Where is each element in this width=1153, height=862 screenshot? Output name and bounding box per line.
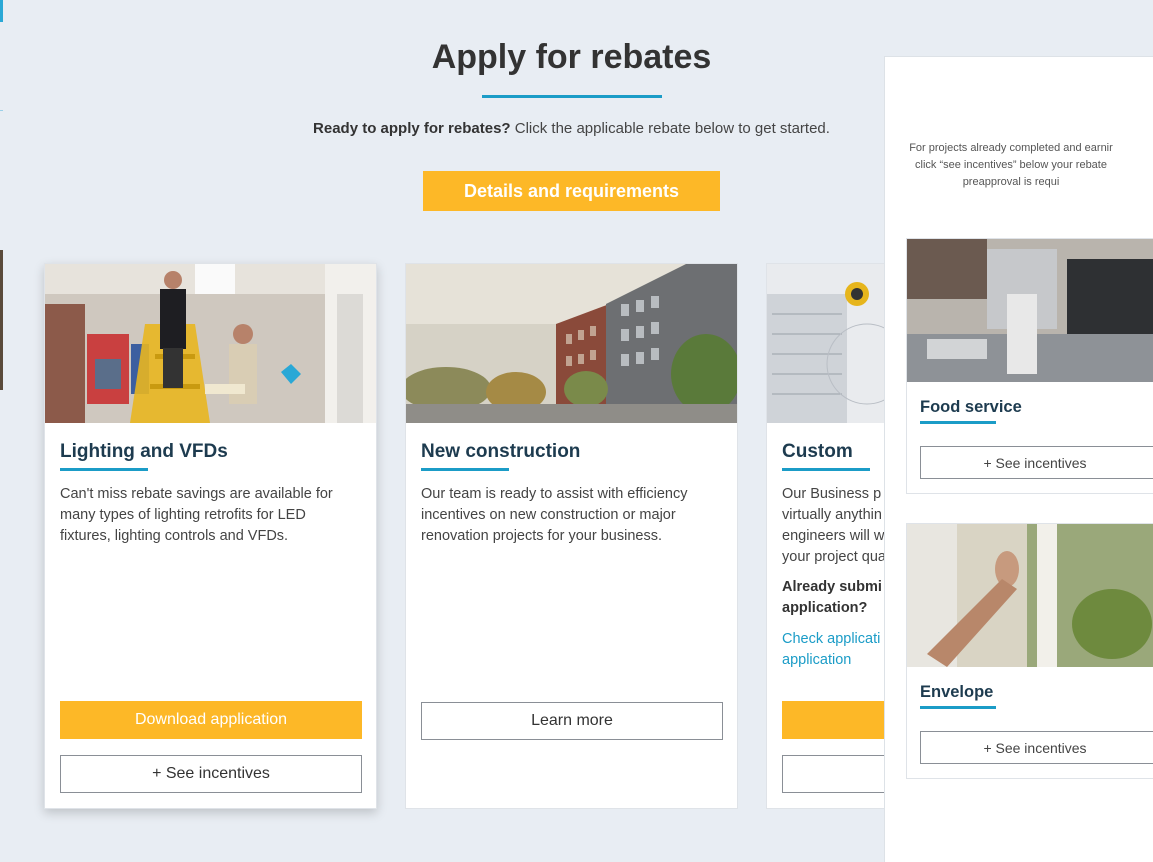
card-title-rule xyxy=(782,468,870,471)
overlay-description: For projects already completed and earni… xyxy=(885,140,1153,191)
incentives-overlay-panel: For projects already completed and earni… xyxy=(884,56,1153,862)
card-envelope: Envelope + See incentives xyxy=(906,523,1153,779)
card-lighting: Lighting and VFDs Can't miss rebate savi… xyxy=(44,263,377,809)
card-title: Lighting and VFDs xyxy=(60,441,228,462)
card-title: Food service xyxy=(920,398,1022,416)
learn-more-button[interactable]: Learn more xyxy=(421,702,723,740)
overlay-line: preapproval is requi xyxy=(962,176,1060,188)
intro-rest: Click the applicable rebate below to get… xyxy=(510,120,830,137)
see-incentives-button[interactable]: + See incentives xyxy=(920,446,1153,479)
edge-fragment xyxy=(0,0,3,22)
card-image-lighting xyxy=(45,264,376,423)
card-title: New construction xyxy=(421,441,581,462)
edge-fragment xyxy=(0,250,3,390)
card-title: Custom xyxy=(782,441,853,462)
card-image-food-service xyxy=(907,239,1153,382)
intro-bold: Ready to apply for rebates? xyxy=(313,120,511,137)
card-food-service: Food service + See incentives xyxy=(906,238,1153,494)
title-underline xyxy=(482,95,662,98)
edge-fragment xyxy=(0,110,3,111)
card-title-rule xyxy=(920,706,996,709)
overlay-line: For projects already completed and earni… xyxy=(909,142,1113,154)
card-image-construction xyxy=(406,264,737,423)
card-description: Can't miss rebate savings are available … xyxy=(60,486,333,544)
details-requirements-button[interactable]: Details and requirements xyxy=(423,171,720,211)
download-application-button[interactable]: Download application xyxy=(60,701,362,739)
see-incentives-button[interactable]: + See incentives xyxy=(60,755,362,793)
see-incentives-button[interactable]: + See incentives xyxy=(920,731,1153,764)
card-image-envelope xyxy=(907,524,1153,667)
card-title-rule xyxy=(920,421,996,424)
card-title-rule xyxy=(421,468,509,471)
overlay-line: click “see incentives” below your rebate xyxy=(915,159,1107,171)
card-title-rule xyxy=(60,468,148,471)
card-description: Our team is ready to assist with efficie… xyxy=(421,486,688,544)
card-new-construction: New construction Our team is ready to as… xyxy=(405,263,738,809)
card-title: Envelope xyxy=(920,683,994,701)
